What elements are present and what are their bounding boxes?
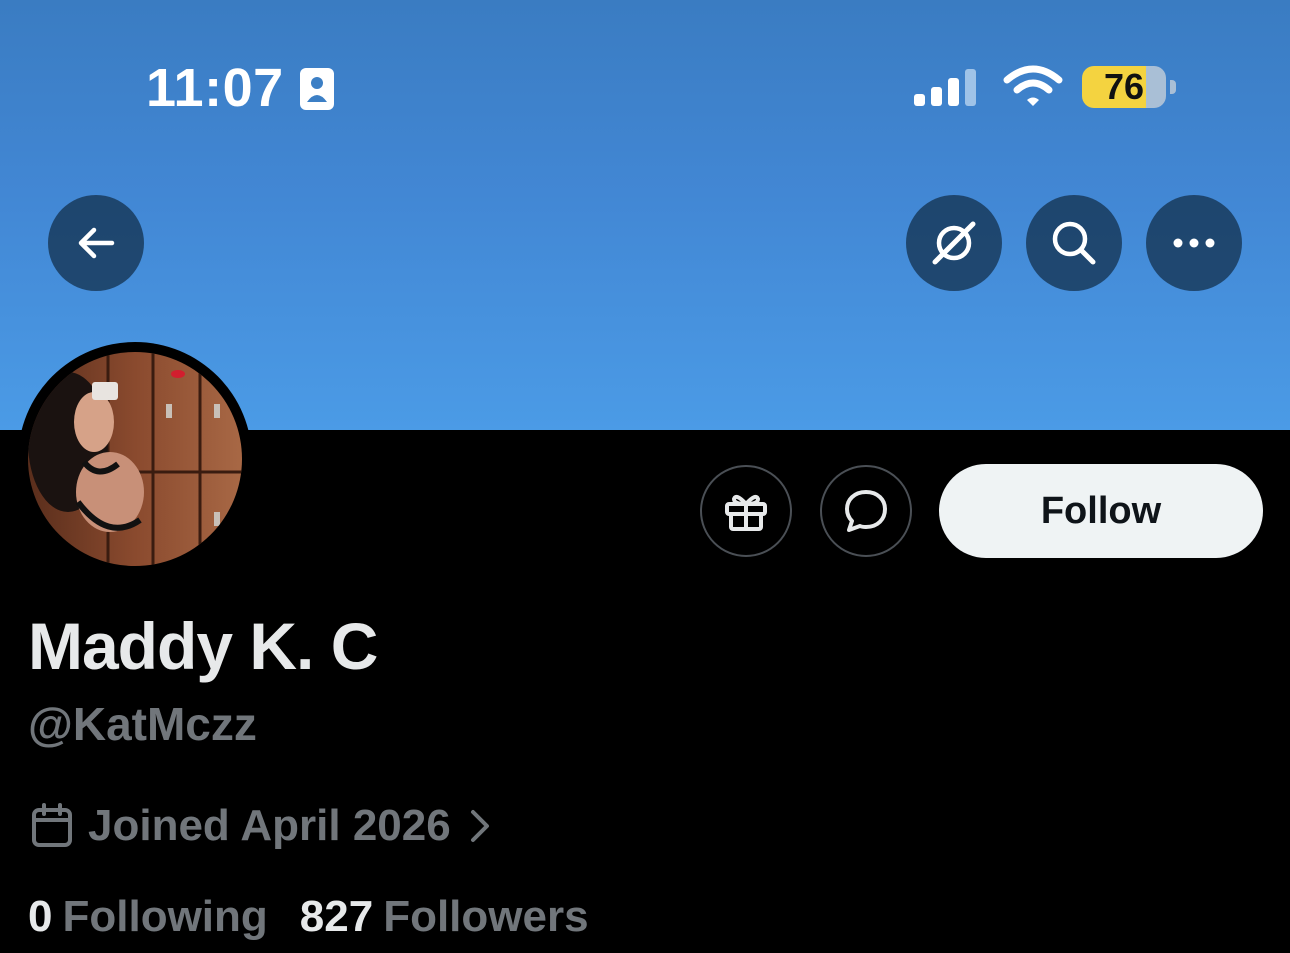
focus-contact-icon bbox=[300, 68, 334, 110]
search-button[interactable] bbox=[1026, 195, 1122, 291]
follow-stats: 0 Following 827 Followers bbox=[28, 888, 589, 946]
cellular-signal-icon bbox=[914, 69, 976, 106]
wifi-icon bbox=[1003, 65, 1063, 106]
more-horizontal-icon bbox=[1173, 238, 1215, 248]
back-button[interactable] bbox=[48, 195, 144, 291]
search-icon bbox=[1052, 221, 1096, 265]
followers-count: 827 bbox=[299, 892, 374, 941]
gift-button[interactable] bbox=[700, 465, 792, 557]
battery-icon: 76 bbox=[1082, 66, 1166, 108]
grok-button[interactable] bbox=[906, 195, 1002, 291]
arrow-left-icon bbox=[78, 227, 115, 259]
status-time: 11:07 bbox=[146, 58, 284, 118]
more-button[interactable] bbox=[1146, 195, 1242, 291]
battery-tip bbox=[1170, 80, 1176, 94]
follow-button[interactable]: Follow bbox=[939, 464, 1263, 558]
following-label: Following bbox=[62, 892, 268, 941]
avatar-image bbox=[28, 352, 242, 566]
following-stat[interactable]: 0 Following bbox=[28, 888, 268, 946]
profile-screen: 11:07 76 Follow Maddy K. C @KatMczz Join… bbox=[0, 0, 1290, 953]
user-handle: @KatMczz bbox=[28, 698, 257, 750]
followers-label: Followers bbox=[383, 892, 589, 941]
message-bubble-icon bbox=[845, 490, 887, 532]
followers-stat[interactable]: 827 Followers bbox=[300, 888, 589, 946]
joined-date-row[interactable]: Joined April 2026 bbox=[30, 798, 491, 854]
chevron-right-icon bbox=[470, 810, 489, 842]
battery-level: 76 bbox=[1103, 66, 1145, 107]
message-button[interactable] bbox=[820, 465, 912, 557]
joined-date: Joined April 2026 bbox=[88, 801, 451, 850]
calendar-icon bbox=[32, 803, 72, 847]
following-count: 0 bbox=[28, 892, 53, 941]
avatar[interactable] bbox=[18, 342, 252, 576]
display-name: Maddy K. C bbox=[28, 609, 378, 683]
gift-icon bbox=[725, 494, 767, 531]
grok-icon bbox=[932, 221, 976, 265]
